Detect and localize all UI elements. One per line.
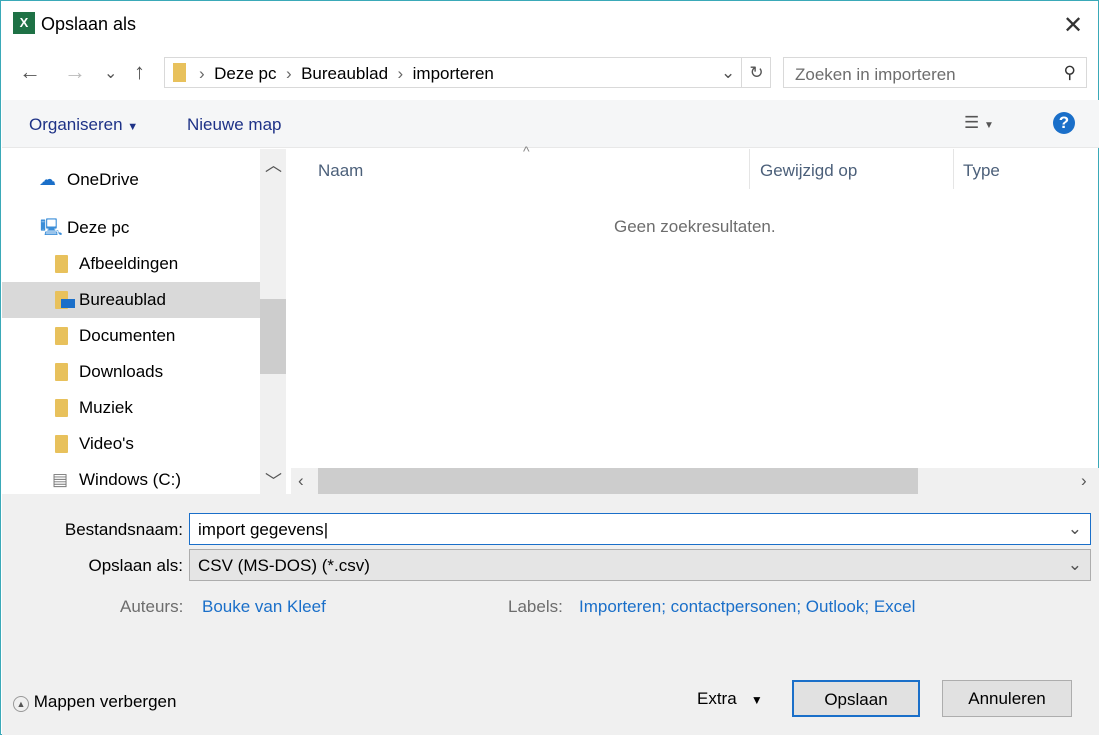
back-button[interactable]: ←	[19, 59, 41, 85]
sidebar-item-afbeeldingen[interactable]: Afbeeldingen	[2, 246, 260, 282]
scrollbar-thumb[interactable]	[318, 468, 918, 494]
computer-icon: 🖳	[40, 218, 63, 237]
up-button[interactable]: ↑	[134, 59, 145, 85]
view-options-icon[interactable]: ☰ ▼	[964, 113, 994, 133]
cancel-button[interactable]: Annuleren	[942, 680, 1072, 717]
column-header-gewijzigd[interactable]: Gewijzigd op	[760, 161, 857, 181]
sidebar-item-bureaublad[interactable]: Bureaublad	[2, 282, 260, 318]
sidebar-item-downloads[interactable]: Downloads	[2, 354, 260, 390]
refresh-icon[interactable]: ↻	[741, 58, 771, 87]
chevron-down-icon: ⌄	[1067, 519, 1082, 538]
videos-folder-icon	[55, 435, 68, 453]
scroll-down-icon: ﹀	[265, 472, 282, 491]
search-icon: ⚲	[1063, 63, 1076, 82]
scroll-right-icon: ›	[1081, 471, 1087, 490]
scroll-up-icon: ︿	[265, 156, 282, 175]
column-header-type[interactable]: Type	[963, 161, 1000, 181]
documents-folder-icon	[55, 327, 68, 345]
scroll-left-icon: ‹	[298, 471, 304, 490]
empty-message: Geen zoekresultaten.	[614, 217, 776, 236]
sidebar-item-deze-pc[interactable]: 🖳 Deze pc	[2, 210, 260, 246]
sort-ascending-icon: ^	[523, 143, 530, 159]
address-bar[interactable]: › Deze pc › Bureaublad › importeren ⌄ ↻	[164, 57, 771, 88]
breadcrumb-item[interactable]: importeren	[413, 64, 494, 83]
drive-icon: ▤	[52, 470, 69, 489]
music-folder-icon	[55, 399, 68, 417]
sidebar-item-muziek[interactable]: Muziek	[2, 390, 260, 426]
sidebar-scrollbar[interactable]: ︿ ﹀	[260, 149, 286, 494]
breadcrumb-item[interactable]: Deze pc	[214, 64, 276, 83]
new-folder-button[interactable]: Nieuwe map	[187, 115, 282, 135]
save-as-dialog: X Opslaan als ✕ ← → ⌄ ↑ › Deze pc › Bure…	[0, 0, 1099, 735]
window-title: Opslaan als	[41, 14, 137, 34]
help-icon[interactable]: ?	[1053, 112, 1075, 134]
sidebar-item-videos[interactable]: Video's	[2, 426, 260, 462]
scrollbar-thumb[interactable]	[260, 299, 286, 374]
collapse-icon: ▲	[13, 696, 29, 712]
labels-value[interactable]: Importeren; contactpersonen; Outlook; Ex…	[579, 597, 915, 617]
recent-dropdown[interactable]: ⌄	[104, 63, 117, 83]
excel-icon: X	[13, 12, 35, 34]
filename-label: Bestandsnaam:	[64, 520, 183, 539]
search-placeholder: Zoeken in importeren	[795, 65, 956, 84]
file-list	[291, 149, 1099, 494]
navigation-pane: ☁ OneDrive 🖳 Deze pc Afbeeldingen Bureaubl…	[2, 149, 260, 494]
chevron-down-icon: ⌄	[1067, 555, 1082, 574]
sidebar-item-onedrive[interactable]: ☁ OneDrive	[2, 162, 260, 198]
toolbar	[2, 100, 1099, 148]
search-input[interactable]: Zoeken in importeren ⚲	[783, 57, 1087, 88]
labels-label: Labels:	[508, 597, 563, 616]
authors-label: Auteurs:	[120, 597, 184, 616]
file-type-select[interactable]: CSV (MS-DOS) (*.csv) ⌄	[189, 549, 1091, 581]
forward-button[interactable]: →	[64, 59, 86, 85]
folder-icon	[173, 63, 186, 82]
sidebar-item-documenten[interactable]: Documenten	[2, 318, 260, 354]
sidebar-item-windows-c[interactable]: ▤ Windows (C:)	[2, 462, 260, 498]
chevron-down-icon[interactable]: ⌄	[721, 63, 735, 83]
save-button[interactable]: Opslaan	[792, 680, 920, 717]
authors-value[interactable]: Bouke van Kleef	[202, 597, 326, 617]
organize-button[interactable]: Organiseren ▼	[29, 115, 138, 135]
close-button[interactable]: ✕	[1063, 11, 1083, 40]
onedrive-icon: ☁	[39, 170, 56, 189]
column-header-naam[interactable]: Naam	[318, 161, 363, 181]
file-type-label: Opslaan als:	[88, 556, 184, 575]
hide-folders-button[interactable]: ▲ Mappen verbergen	[13, 692, 176, 712]
breadcrumb-item[interactable]: Bureaublad	[301, 64, 388, 83]
horizontal-scrollbar[interactable]: ‹ ›	[291, 468, 1099, 494]
pictures-folder-icon	[55, 255, 68, 273]
extra-button[interactable]: Extra ▼	[697, 689, 763, 709]
downloads-folder-icon	[55, 363, 68, 381]
filename-input[interactable]: import gegevens| ⌄	[189, 513, 1091, 545]
